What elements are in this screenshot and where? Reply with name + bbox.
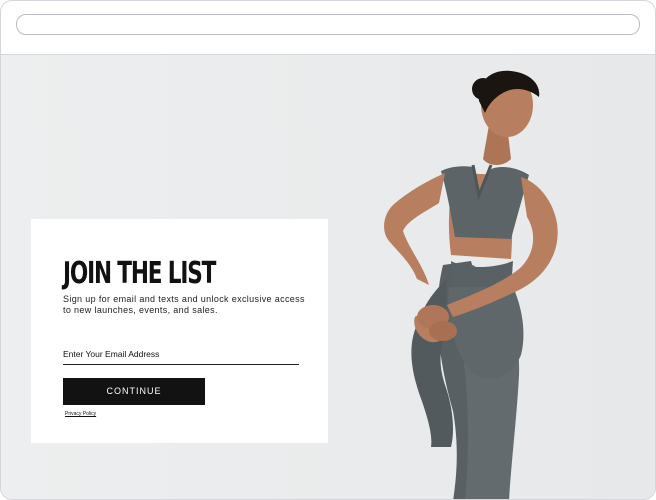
join-list-modal: JOIN THE LIST Sign up for email and text… [31, 219, 328, 443]
modal-description: Sign up for email and texts and unlock e… [63, 294, 305, 315]
modal-title: JOIN THE LIST [63, 256, 216, 291]
fitness-model-photo [384, 70, 558, 499]
address-bar[interactable] [16, 14, 640, 35]
browser-toolbar [1, 1, 655, 55]
privacy-policy-link[interactable]: Privacy Policy [65, 411, 96, 417]
browser-window: JOIN THE LIST Sign up for email and text… [0, 0, 656, 500]
continue-button[interactable]: CONTINUE [63, 378, 205, 405]
hero-background: JOIN THE LIST Sign up for email and text… [1, 55, 655, 499]
email-field[interactable] [63, 343, 299, 365]
